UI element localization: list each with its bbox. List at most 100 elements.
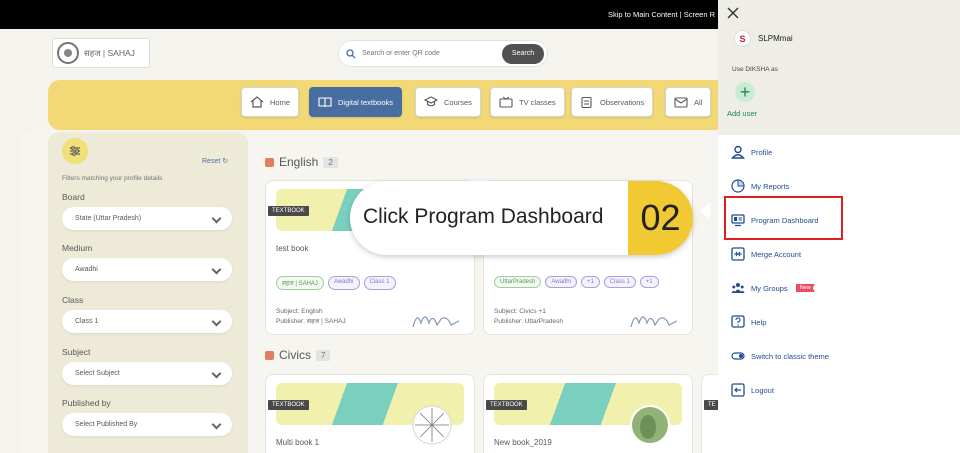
section-count: 2 [323, 156, 338, 168]
add-user-button[interactable]: + [735, 82, 755, 102]
menu-item-help[interactable]: Help [730, 313, 766, 331]
avatar: S [734, 30, 751, 47]
card-type-tag: TEXTBOOK [268, 400, 309, 410]
content-card[interactable]: TEXTBOOK New book_2019 [483, 374, 693, 453]
new-badge: New [795, 284, 815, 292]
menu-item-label: My Groups [751, 283, 788, 293]
chip: +1 [639, 276, 659, 288]
chip: Class 1 [363, 276, 396, 290]
menu-item-label: Profile [751, 147, 773, 157]
published-by-label: Published by [62, 398, 111, 408]
current-user[interactable]: S SLPMmai [734, 30, 793, 47]
use-as-label: Use DIKSHA as [732, 66, 778, 73]
book-icon [318, 96, 332, 108]
nav-courses-label: Courses [444, 97, 472, 107]
content-card[interactable]: TEXTBOOK Multi book 1 [265, 374, 475, 453]
user-icon [730, 144, 746, 160]
published-by-value: Select Published By [75, 421, 138, 428]
nav-all[interactable]: All [665, 87, 712, 117]
menu-item-profile[interactable]: Profile [730, 143, 772, 161]
board-label: Board [62, 192, 85, 202]
chip: Class 1 [603, 276, 636, 288]
signature-icon [412, 316, 460, 328]
section-header-civics: Civics 7 [265, 348, 331, 362]
chip: सहज | SAHAJ [276, 276, 324, 290]
section-header-english: English 2 [265, 155, 338, 169]
logout-icon [730, 382, 746, 398]
board-value: State (Uttar Pradesh) [75, 215, 142, 222]
graduation-cap-icon [424, 96, 438, 108]
toggle-icon [730, 348, 746, 364]
card-chips: सहज | SAHAJ Awadhi Class 1 [276, 276, 396, 290]
menu-item-label: Help [751, 317, 767, 327]
chevron-down-icon [211, 213, 222, 224]
class-select[interactable]: Class 1 [62, 310, 232, 333]
card-title: New book_2019 [494, 438, 552, 447]
nav-home-label: Home [270, 97, 291, 107]
chevron-down-icon [211, 368, 222, 379]
subject-label: Subject [62, 347, 91, 357]
search-icon [346, 48, 356, 59]
menu-item-label: My Reports [751, 181, 790, 191]
section-count: 7 [316, 349, 331, 361]
tv-icon [499, 96, 513, 108]
nav-tv-classes-label: TV classes [519, 97, 556, 107]
nav-observations[interactable]: Observations [571, 87, 654, 117]
menu-item-merge-account[interactable]: Merge Account [730, 245, 801, 263]
section-title: English [279, 155, 319, 169]
chevron-down-icon [211, 419, 222, 430]
nav-tv-classes[interactable]: TV classes [490, 87, 565, 117]
board-select[interactable]: State (Uttar Pradesh) [62, 207, 232, 230]
mail-icon [674, 96, 688, 108]
nav-digital-textbooks[interactable]: Digital textbooks [309, 87, 403, 117]
nav-all-label: All [694, 97, 703, 107]
medium-select[interactable]: Awadhi [62, 258, 232, 281]
menu-item-label: Logout [751, 385, 774, 395]
callout-pointer [700, 203, 710, 219]
chip: UttarPradesh [494, 276, 542, 288]
menu-item-logout[interactable]: Logout [730, 381, 774, 399]
reset-filters-button[interactable]: Reset ↻ [202, 157, 228, 165]
search-placeholder[interactable]: Search or enter QR code [362, 50, 440, 57]
card-title: test book [276, 244, 309, 253]
search-bar[interactable]: Search or enter QR code Search [338, 40, 548, 67]
chip: +1 [580, 276, 600, 288]
chevron-down-icon [211, 316, 222, 327]
menu-item-my-groups[interactable]: My Groups New [730, 279, 815, 297]
subject-select[interactable]: Select Subject [62, 362, 232, 385]
card-thumbnail [412, 405, 452, 445]
card-publisher: Publisher: सहज | SAHAJ [276, 318, 346, 325]
callout-step-number: 02 [628, 181, 693, 255]
logo-text: सहज | SAHAJ [84, 47, 135, 58]
home-icon [250, 96, 264, 108]
clipboard-icon [580, 96, 594, 108]
card-meta: Subject: English Publisher: सहज | SAHAJ [276, 307, 346, 327]
merge-icon [730, 246, 746, 262]
callout-text: Click Program Dashboard [363, 205, 604, 228]
menu-item-switch-theme[interactable]: Switch to classic theme [730, 347, 829, 365]
nav-courses[interactable]: Courses [415, 87, 481, 117]
emblem-icon [57, 42, 79, 64]
help-icon [730, 314, 746, 330]
section-marker-icon [265, 350, 274, 360]
add-user-label[interactable]: Add user [727, 109, 757, 118]
signature-icon [630, 316, 678, 328]
tutorial-callout: Click Program Dashboard 02 [350, 181, 693, 255]
reports-icon [730, 178, 746, 194]
menu-item-label: Merge Account [751, 249, 802, 259]
close-icon[interactable] [726, 6, 740, 20]
published-by-select[interactable]: Select Published By [62, 413, 232, 436]
skip-to-main-link[interactable]: Skip to Main Content | Screen R [608, 10, 715, 19]
nav-home[interactable]: Home [241, 87, 300, 117]
card-type-tag: TEXTBOOK [486, 400, 527, 410]
card-title: Multi book 1 [276, 438, 320, 447]
menu-item-my-reports[interactable]: My Reports [730, 177, 789, 195]
class-value: Class 1 [75, 318, 99, 325]
chip: Awadhi [327, 276, 360, 290]
logo[interactable]: सहज | SAHAJ [52, 38, 150, 68]
filter-icon[interactable] [62, 138, 88, 164]
section-title: Civics [279, 348, 311, 362]
medium-label: Medium [62, 243, 93, 253]
search-button[interactable]: Search [502, 44, 544, 64]
groups-icon [730, 280, 746, 296]
